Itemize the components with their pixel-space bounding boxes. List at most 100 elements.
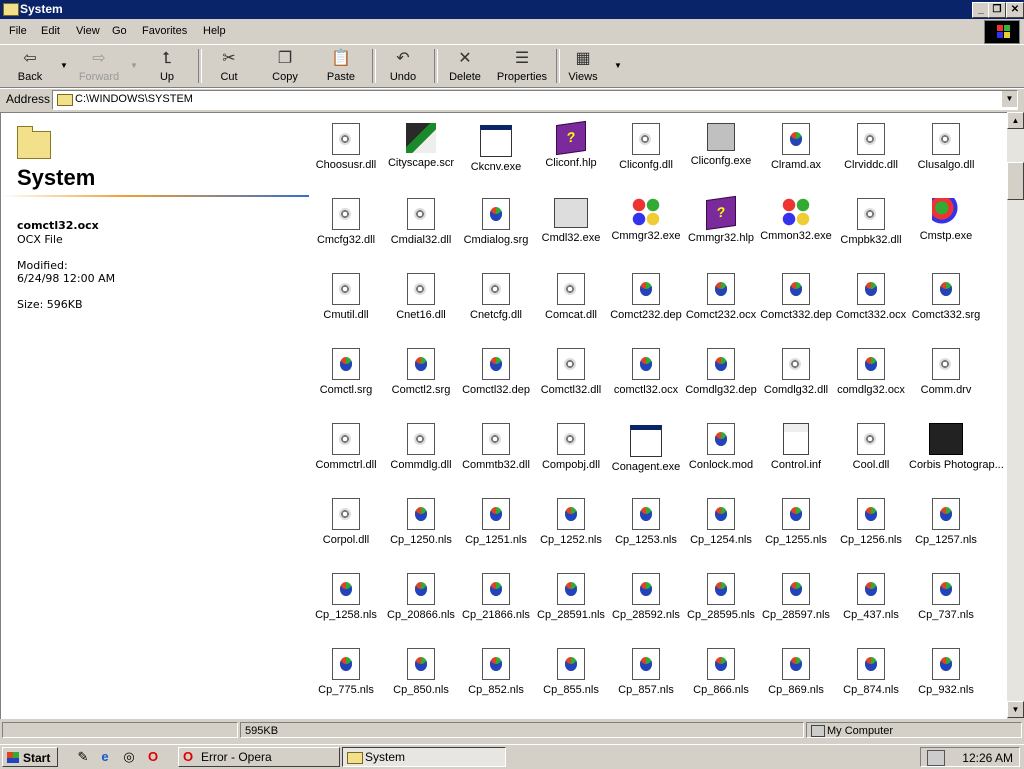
title-bar[interactable]: System _ ❐ ✕ bbox=[0, 0, 1024, 19]
undo-button[interactable]: ↶ Undo bbox=[380, 47, 426, 85]
file-item[interactable]: Cp_857.nls bbox=[609, 638, 683, 708]
file-item[interactable]: Cp_850.nls bbox=[384, 638, 458, 708]
file-item[interactable]: Comctl.srg bbox=[309, 338, 383, 408]
file-item[interactable]: Cmmgr32.exe bbox=[609, 188, 683, 258]
file-item[interactable]: Comct332.ocx bbox=[834, 263, 908, 333]
file-item[interactable]: Cp_1255.nls bbox=[759, 488, 833, 558]
file-item[interactable]: Comdlg32.dll bbox=[759, 338, 833, 408]
file-item[interactable]: Comcat.dll bbox=[534, 263, 608, 333]
vertical-scrollbar[interactable]: ▲ ▼ bbox=[1007, 112, 1024, 718]
file-item[interactable]: Cp_737.nls bbox=[909, 563, 983, 633]
file-item[interactable]: comdlg32.ocx bbox=[834, 338, 908, 408]
cut-button[interactable]: ✂ Cut bbox=[206, 47, 252, 85]
close-button[interactable]: ✕ bbox=[1006, 2, 1024, 18]
file-item[interactable]: Comct332.srg bbox=[909, 263, 983, 333]
file-item[interactable]: Cp_1252.nls bbox=[534, 488, 608, 558]
file-item[interactable]: Cmdialog.srg bbox=[459, 188, 533, 258]
properties-button[interactable]: ☰ Properties bbox=[494, 47, 550, 85]
back-button[interactable]: ⇦ Back bbox=[8, 47, 52, 85]
file-item[interactable]: Comct232.ocx bbox=[684, 263, 758, 333]
file-item[interactable]: Cliconfg.dll bbox=[609, 113, 683, 183]
address-dropdown-icon[interactable]: ▼ bbox=[1001, 91, 1017, 107]
delete-button[interactable]: ✕ Delete bbox=[442, 47, 488, 85]
internet-explorer-icon[interactable]: e bbox=[96, 748, 114, 766]
file-item[interactable]: Cmdl32.exe bbox=[534, 188, 608, 258]
file-item[interactable]: Commdlg.dll bbox=[384, 413, 458, 483]
restore-button[interactable]: ❐ bbox=[988, 2, 1006, 18]
file-item[interactable]: Clusalgo.dll bbox=[909, 113, 983, 183]
file-item[interactable]: Cmmon32.exe bbox=[759, 188, 833, 258]
file-item[interactable]: Cmdial32.dll bbox=[384, 188, 458, 258]
file-item[interactable]: Cp_1256.nls bbox=[834, 488, 908, 558]
file-item[interactable]: Cp_1251.nls bbox=[459, 488, 533, 558]
up-button[interactable]: ⮤ Up bbox=[146, 47, 188, 85]
start-button[interactable]: Start bbox=[2, 747, 58, 767]
file-item[interactable]: Clrviddc.dll bbox=[834, 113, 908, 183]
forward-dropdown-icon[interactable]: ▼ bbox=[130, 61, 138, 70]
scroll-down-icon[interactable]: ▼ bbox=[1007, 701, 1024, 718]
file-item[interactable]: Cp_28597.nls bbox=[759, 563, 833, 633]
scroll-thumb[interactable] bbox=[1007, 162, 1024, 200]
file-item[interactable]: Cp_437.nls bbox=[834, 563, 908, 633]
file-item[interactable]: Cp_1254.nls bbox=[684, 488, 758, 558]
file-item[interactable]: Compobj.dll bbox=[534, 413, 608, 483]
file-item[interactable]: Cmstp.exe bbox=[909, 188, 983, 258]
file-item[interactable]: Conlock.mod bbox=[684, 413, 758, 483]
address-input[interactable]: C:\WINDOWS\SYSTEM ▼ bbox=[52, 90, 1018, 110]
file-item[interactable]: Corpol.dll bbox=[309, 488, 383, 558]
menu-view[interactable]: View bbox=[76, 25, 100, 37]
file-item[interactable]: Comctl32.dll bbox=[534, 338, 608, 408]
file-item[interactable]: Cp_21866.nls bbox=[459, 563, 533, 633]
file-item[interactable]: Cp_1250.nls bbox=[384, 488, 458, 558]
file-item[interactable]: Cp_1257.nls bbox=[909, 488, 983, 558]
file-item[interactable]: Cp_28591.nls bbox=[534, 563, 608, 633]
file-item[interactable]: Cp_866.nls bbox=[684, 638, 758, 708]
file-item[interactable]: Cp_855.nls bbox=[534, 638, 608, 708]
file-item[interactable]: Cmcfg32.dll bbox=[309, 188, 383, 258]
channels-icon[interactable]: ◎ bbox=[120, 748, 138, 766]
file-item[interactable]: Comct232.dep bbox=[609, 263, 683, 333]
scheduler-icon[interactable] bbox=[927, 750, 945, 766]
copy-button[interactable]: ❐ Copy bbox=[262, 47, 308, 85]
file-item[interactable]: Commctrl.dll bbox=[309, 413, 383, 483]
file-item[interactable]: Conagent.exe bbox=[609, 413, 683, 483]
file-item[interactable]: Cp_775.nls bbox=[309, 638, 383, 708]
menu-edit[interactable]: Edit bbox=[41, 25, 60, 37]
file-item[interactable]: Cmutil.dll bbox=[309, 263, 383, 333]
file-item[interactable]: Cp_1253.nls bbox=[609, 488, 683, 558]
opera-icon[interactable]: O bbox=[144, 748, 162, 766]
file-item[interactable]: Choosusr.dll bbox=[309, 113, 383, 183]
file-item[interactable]: Cnetcfg.dll bbox=[459, 263, 533, 333]
file-item[interactable]: Comctl32.dep bbox=[459, 338, 533, 408]
file-item[interactable]: Cp_28595.nls bbox=[684, 563, 758, 633]
file-item[interactable]: Cmpbk32.dll bbox=[834, 188, 908, 258]
file-item[interactable]: Comdlg32.dep bbox=[684, 338, 758, 408]
file-item[interactable]: Control.inf bbox=[759, 413, 833, 483]
file-item[interactable]: ? Cmmgr32.hlp bbox=[684, 188, 758, 258]
file-item[interactable]: comctl32.ocx bbox=[609, 338, 683, 408]
forward-button[interactable]: ⇨ Forward bbox=[72, 47, 126, 85]
back-dropdown-icon[interactable]: ▼ bbox=[60, 61, 68, 70]
file-item[interactable]: Cp_869.nls bbox=[759, 638, 833, 708]
file-item[interactable]: Corbis Photograp... bbox=[909, 413, 1004, 483]
menu-file[interactable]: File bbox=[9, 25, 27, 37]
file-item[interactable]: Cp_932.nls bbox=[909, 638, 983, 708]
file-item[interactable]: Cp_874.nls bbox=[834, 638, 908, 708]
file-item[interactable]: Commtb32.dll bbox=[459, 413, 533, 483]
views-button[interactable]: ▦ Views bbox=[562, 47, 604, 85]
file-item[interactable]: Comct332.dep bbox=[759, 263, 833, 333]
file-item[interactable]: Ckcnv.exe bbox=[459, 113, 533, 183]
file-item[interactable]: Cp_28592.nls bbox=[609, 563, 683, 633]
views-dropdown-icon[interactable]: ▼ bbox=[614, 61, 622, 70]
file-item[interactable]: Clramd.ax bbox=[759, 113, 833, 183]
menu-go[interactable]: Go bbox=[112, 25, 127, 37]
file-item[interactable]: Cp_1258.nls bbox=[309, 563, 383, 633]
paste-button[interactable]: 📋 Paste bbox=[318, 47, 364, 85]
file-item[interactable]: Cp_852.nls bbox=[459, 638, 533, 708]
task-opera[interactable]: O Error - Opera bbox=[178, 747, 340, 767]
file-item[interactable]: Comm.drv bbox=[909, 338, 983, 408]
menu-help[interactable]: Help bbox=[203, 25, 226, 37]
file-item[interactable]: ? Cliconf.hlp bbox=[534, 113, 608, 183]
file-item[interactable]: Cnet16.dll bbox=[384, 263, 458, 333]
menu-favorites[interactable]: Favorites bbox=[142, 25, 187, 37]
